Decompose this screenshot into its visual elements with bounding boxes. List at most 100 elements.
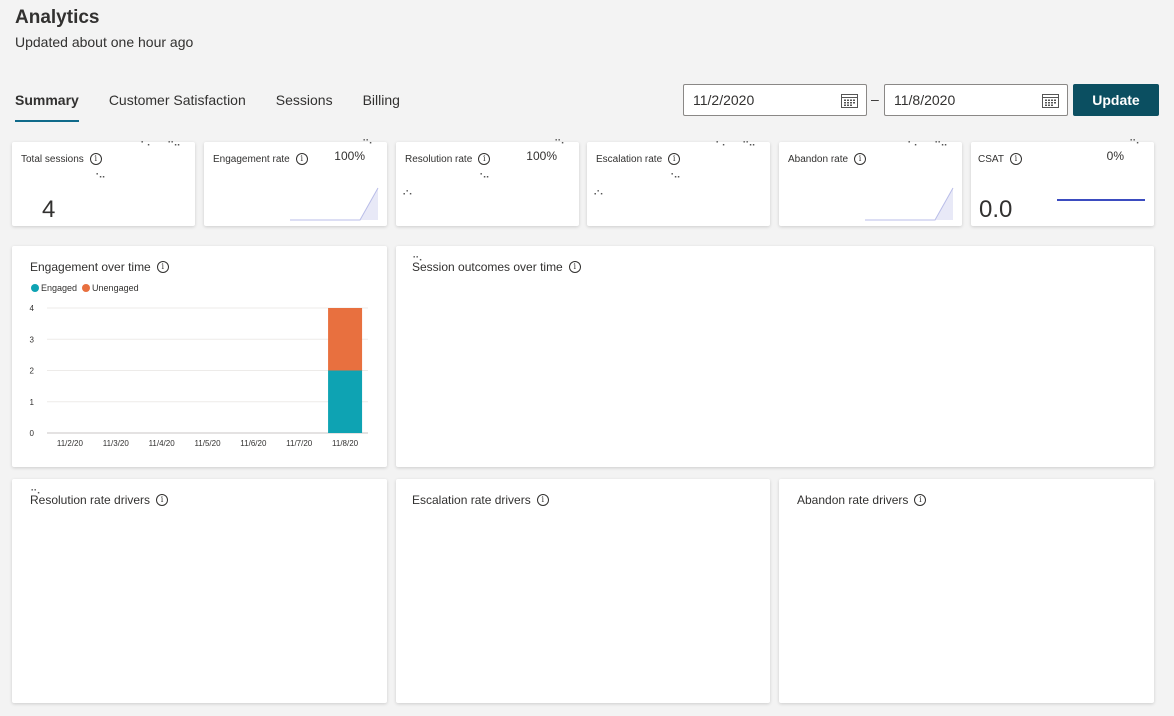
start-date-input[interactable]: 11/2/2020 [683, 84, 867, 116]
kpi-percent: 0% [1106, 149, 1124, 163]
loading-spinner-icon: ⠊⠂ [593, 190, 607, 201]
page-header: Analytics Updated about one hour ago [15, 6, 193, 50]
loading-spinner-icon: ⠉⠂ [412, 256, 426, 267]
resolution-drivers-panel: Resolution rate drivers i ⠉⠂ [12, 479, 387, 703]
x-tick-label: 11/4/20 [149, 439, 176, 448]
info-icon[interactable]: i [568, 261, 581, 273]
abandon-drivers-panel: Abandon rate drivers i [779, 479, 1154, 703]
kpi-label-text: Escalation rate [596, 153, 663, 165]
bar-unengaged [328, 308, 363, 371]
tab-summary[interactable]: Summary [15, 88, 79, 122]
loading-spinner-icon: ⠈⠒ [667, 173, 681, 184]
kpi-value: 0.0 [979, 196, 1013, 223]
y-tick-label: 3 [30, 335, 35, 344]
loading-spinner-icon: ⠉⠒ [167, 141, 181, 152]
kpi-value: 4 [42, 196, 56, 223]
engagement-bar-chart: 0 1 2 3 4 11/2/20 11/3/20 11/4/20 11/5/20 11/6/20… [30, 304, 368, 448]
info-icon[interactable]: i [478, 153, 491, 165]
kpi-label: Abandon rate i [788, 153, 867, 165]
legend-swatch [82, 284, 91, 292]
info-icon[interactable]: i [156, 494, 169, 506]
sparkline-chart [865, 187, 954, 221]
legend-item-engaged[interactable]: Engaged [31, 283, 77, 293]
panel-title-text: Resolution rate drivers [30, 493, 151, 507]
kpi-label: Engagement rate i [213, 153, 308, 165]
end-date-input[interactable]: 11/8/2020 [884, 84, 1068, 116]
kpi-label: CSAT i [978, 153, 1022, 165]
kpi-label-text: Abandon rate [788, 153, 849, 165]
info-icon[interactable]: i [295, 153, 308, 165]
kpi-label-text: Resolution rate [405, 153, 473, 165]
panel-title: Abandon rate drivers i [797, 493, 927, 507]
panel-title: Session outcomes over time i [412, 260, 581, 274]
kpi-card-abandon-rate[interactable]: Abandon rate i ⠁⠂ ⠉⠒ [779, 141, 962, 226]
date-range-separator: – [871, 91, 879, 107]
loading-spinner-icon: ⠈⠒ [476, 173, 490, 184]
loading-spinner-icon: ⠉⠒ [742, 141, 756, 152]
legend-label: Unengaged [92, 283, 139, 293]
kpi-label: Total sessions i [21, 153, 102, 165]
loading-spinner-icon: ⠁⠂ [715, 141, 729, 152]
info-icon[interactable]: i [1009, 153, 1022, 165]
tab-sessions[interactable]: Sessions [276, 88, 333, 122]
last-updated-text: Updated about one hour ago [15, 34, 194, 50]
escalation-drivers-panel: Escalation rate drivers i [396, 479, 770, 703]
y-tick-label: 4 [30, 304, 35, 313]
y-tick-label: 0 [30, 429, 35, 438]
x-tick-label: 11/8/20 [332, 439, 359, 448]
panel-title: Escalation rate drivers i [412, 493, 549, 507]
page-title: Analytics [15, 7, 100, 28]
start-date-value: 11/2/2020 [693, 92, 755, 108]
end-date-value: 11/8/2020 [894, 92, 956, 108]
kpi-card-escalation-rate[interactable]: Escalation rate i ⠁⠂ ⠉⠒ ⠈⠒ ⠊⠂ [587, 141, 770, 226]
tab-bar: Summary Customer Satisfaction Sessions B… [15, 88, 430, 122]
bar-engaged [328, 370, 363, 433]
x-tick-label: 11/7/20 [286, 439, 313, 448]
loading-spinner-icon: ⠊⠂ [402, 190, 416, 201]
calendar-icon[interactable] [841, 93, 858, 108]
info-icon[interactable]: i [914, 494, 927, 506]
kpi-label-text: Engagement rate [213, 153, 290, 165]
loading-spinner-icon: ⠉⠂ [1129, 139, 1143, 150]
x-tick-label: 11/6/20 [240, 439, 267, 448]
kpi-label-text: CSAT [978, 153, 1004, 165]
sparkline-chart [1057, 199, 1145, 201]
info-icon[interactable]: i [536, 494, 549, 506]
kpi-label: Escalation rate i [596, 153, 681, 165]
x-tick-label: 11/3/20 [103, 439, 130, 448]
panel-title-text: Session outcomes over time [412, 260, 563, 274]
x-tick-label: 11/2/20 [57, 439, 84, 448]
info-icon[interactable]: i [156, 261, 169, 273]
calendar-icon[interactable] [1042, 93, 1059, 108]
engagement-over-time-panel: Engagement over time i Engaged Unengaged … [12, 246, 387, 467]
kpi-label: Resolution rate i [405, 153, 491, 165]
chart-legend: Engaged Unengaged [31, 283, 144, 293]
tab-customer-satisfaction[interactable]: Customer Satisfaction [109, 88, 246, 122]
info-icon[interactable]: i [668, 153, 681, 165]
update-button[interactable]: Update [1073, 84, 1159, 116]
x-tick-label: 11/5/20 [194, 439, 221, 448]
loading-spinner-icon: ⠈⠒ [92, 173, 106, 184]
y-tick-label: 1 [30, 398, 35, 407]
kpi-card-engagement-rate[interactable]: Engagement rate i 100% ⠉⠂ [204, 139, 387, 226]
kpi-label-text: Total sessions [21, 153, 84, 165]
tab-billing[interactable]: Billing [363, 88, 400, 122]
kpi-card-total-sessions[interactable]: Total sessions i ⠁⠂ ⠉⠒ ⠈⠒ 4 [12, 141, 195, 226]
info-icon[interactable]: i [854, 153, 867, 165]
kpi-card-csat[interactable]: CSAT i 0% ⠉⠂ 0.0 [971, 139, 1154, 226]
loading-spinner-icon: ⠁⠂ [907, 141, 921, 152]
y-tick-label: 2 [30, 367, 35, 376]
loading-spinner-icon: ⠉⠂ [30, 489, 44, 500]
kpi-percent: 100% [526, 149, 557, 163]
loading-spinner-icon: ⠁⠂ [140, 141, 154, 152]
legend-item-unengaged[interactable]: Unengaged [82, 283, 139, 293]
legend-swatch [31, 284, 39, 292]
kpi-percent: 100% [334, 149, 365, 163]
kpi-card-resolution-rate[interactable]: Resolution rate i 100% ⠉⠂ ⠈⠒ ⠊⠂ [396, 139, 579, 226]
loading-spinner-icon: ⠉⠂ [554, 139, 568, 150]
info-icon[interactable]: i [89, 153, 102, 165]
session-outcomes-panel: Session outcomes over time i ⠉⠂ [396, 246, 1154, 467]
panel-title: Resolution rate drivers i [30, 493, 169, 507]
sparkline-chart [290, 187, 379, 221]
panel-title-text: Abandon rate drivers [797, 493, 909, 507]
